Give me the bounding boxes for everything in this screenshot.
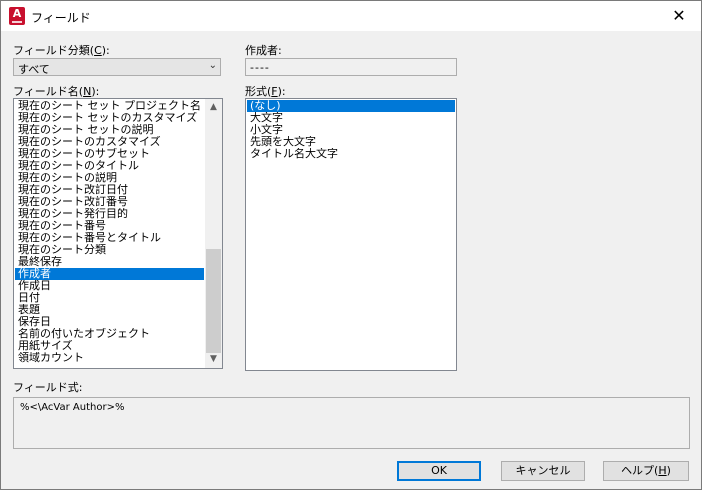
field-name-item[interactable]: 保存日 — [15, 316, 204, 328]
field-name-item[interactable]: 現在のシートの説明 — [15, 172, 204, 184]
field-name-item[interactable]: 現在のシート番号 — [15, 220, 204, 232]
author-value: ---- — [250, 61, 270, 74]
autocad-app-icon: A — [9, 7, 25, 25]
field-name-item[interactable]: 用紙サイズ — [15, 340, 204, 352]
ok-button[interactable]: OK — [397, 461, 481, 481]
field-name-item[interactable]: 現在のシート発行目的 — [15, 208, 204, 220]
field-name-item[interactable]: 現在のシート分類 — [15, 244, 204, 256]
field-name-item[interactable]: 日付 — [15, 292, 204, 304]
scroll-down-icon[interactable]: ▼ — [205, 351, 222, 368]
field-names-list[interactable]: 現在のシート セット プロジェクト名 現在のシート セットのカスタマイズ 現在のシー… — [13, 98, 223, 369]
format-item[interactable]: (なし) — [247, 100, 455, 112]
field-name-item[interactable]: 領域カウント — [15, 352, 204, 364]
field-name-item[interactable]: 最終保存 — [15, 256, 204, 268]
field-name-item[interactable]: 現在のシート セット プロジェクト名 — [15, 100, 204, 112]
field-name-item[interactable]: 現在のシート改訂日付 — [15, 184, 204, 196]
author-field: ---- — [245, 58, 457, 76]
author-label: 作成者: — [245, 44, 282, 57]
format-item[interactable]: 小文字 — [247, 124, 455, 136]
format-list[interactable]: (なし) 大文字 小文字 先頭を大文字 タイトル名大文字 — [245, 98, 457, 371]
field-expression-label: フィールド式: — [13, 381, 83, 394]
field-names-label: フィールド名(N): — [13, 85, 100, 98]
field-name-item[interactable]: 現在のシートのサブセット — [15, 148, 204, 160]
scroll-up-icon[interactable]: ▲ — [205, 99, 222, 116]
field-name-item[interactable]: 名前の付いたオブジェクト — [15, 328, 204, 340]
field-name-item[interactable]: 表題 — [15, 304, 204, 316]
cancel-button[interactable]: キャンセル — [501, 461, 585, 481]
format-item[interactable]: タイトル名大文字 — [247, 148, 455, 160]
field-category-value: すべて — [18, 63, 50, 76]
chevron-down-icon: ⌄ — [208, 60, 217, 71]
field-category-dropdown[interactable]: すべて ⌄ — [13, 58, 221, 76]
field-name-item[interactable]: 現在のシート セットのカスタマイズ — [15, 112, 204, 124]
field-names-scrollbar[interactable]: ▲ ▼ — [205, 99, 222, 368]
scroll-thumb[interactable] — [206, 249, 221, 353]
format-label: 形式(F): — [245, 85, 286, 98]
field-name-item[interactable]: 現在のシート改訂番号 — [15, 196, 204, 208]
field-name-item[interactable]: 作成日 — [15, 280, 204, 292]
format-item[interactable]: 大文字 — [247, 112, 455, 124]
close-icon[interactable]: ✕ — [657, 1, 701, 31]
field-name-item[interactable]: 現在のシートのカスタマイズ — [15, 136, 204, 148]
field-name-item[interactable]: 現在のシートのタイトル — [15, 160, 204, 172]
field-expression-value: %<\AcVar Author>% — [20, 402, 125, 413]
format-item[interactable]: 先頭を大文字 — [247, 136, 455, 148]
field-category-label: フィールド分類(C): — [13, 44, 110, 57]
field-expression-box[interactable]: %<\AcVar Author>% — [13, 397, 690, 449]
dialog-window: A フィールド ✕ フィールド分類(C): すべて ⌄ 作成者: ---- フィ… — [0, 0, 702, 490]
field-name-item[interactable]: 現在のシート セットの説明 — [15, 124, 204, 136]
window-title: フィールド — [31, 11, 91, 25]
field-name-item[interactable]: 現在のシート番号とタイトル — [15, 232, 204, 244]
help-button[interactable]: ヘルプ(H) — [603, 461, 689, 481]
title-bar: A フィールド ✕ — [1, 1, 701, 31]
field-name-item[interactable]: 作成者 — [15, 268, 204, 280]
